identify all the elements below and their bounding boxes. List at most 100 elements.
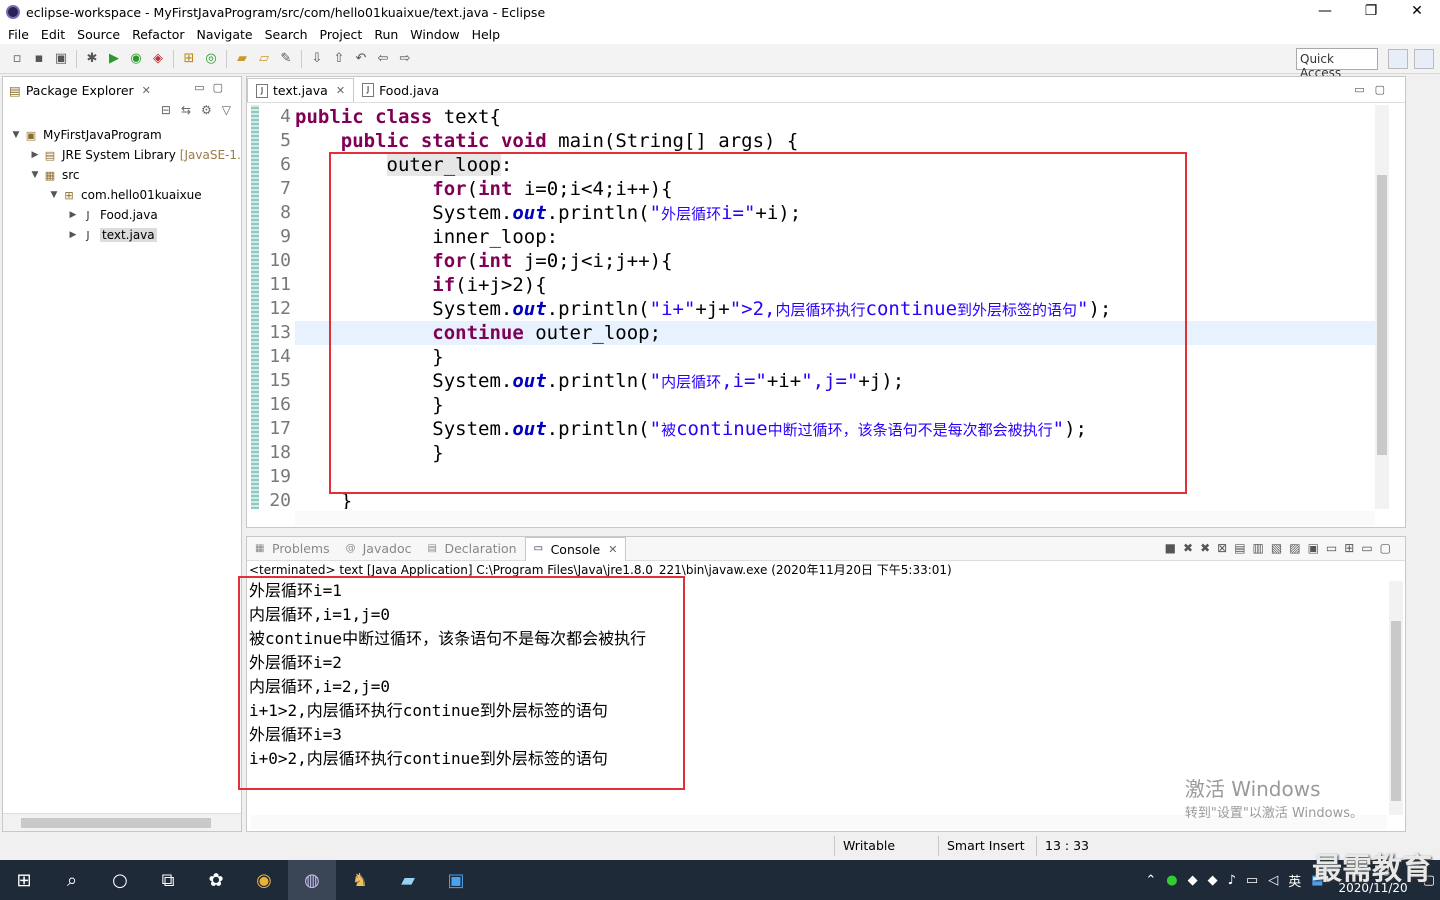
minimize-view-icon[interactable]: ▭ (194, 81, 212, 94)
search-icon[interactable]: ✎ (277, 50, 295, 68)
tree-item[interactable]: ▶ ▤ JRE System Library [JavaSE-1. (3, 145, 241, 165)
word-wrap-icon[interactable]: ▤ (1234, 541, 1245, 555)
start-icon[interactable]: ⊞ (0, 860, 48, 900)
collapse-all-icon[interactable]: ⊟ (161, 103, 171, 125)
menu-run[interactable]: Run (368, 27, 404, 42)
close-button[interactable]: ✕ (1394, 0, 1440, 24)
remove-all-icon[interactable]: ✖ (1200, 541, 1210, 555)
tree-item[interactable]: ▼ ⊞ com.hello01kuaixue (3, 185, 241, 205)
tab-food-java[interactable]: J Food.java (354, 78, 447, 102)
menu-file[interactable]: File (2, 27, 35, 42)
code-editor[interactable]: 4 5 6 7 8 9 10 11 12 13 14 15 16 17 18 19 20 public clas… (247, 105, 1377, 509)
maximize-view-icon[interactable]: ▢ (1375, 83, 1395, 96)
remove-launch-icon[interactable]: ✖ (1183, 541, 1193, 555)
editor-horizontal-scrollbar[interactable] (295, 511, 1375, 525)
run-icon[interactable]: ▶ (105, 50, 123, 68)
tab-problems[interactable]: ▦ Problems (247, 537, 338, 561)
external-tools-icon[interactable]: ◈ (149, 50, 167, 68)
tree-item[interactable]: ▼ ▣ MyFirstJavaProgram (3, 125, 241, 145)
tree-item[interactable]: ▶ J Food.java (3, 205, 241, 225)
tree-item[interactable]: ▼ ▦ src (3, 165, 241, 185)
minimize-view-icon[interactable]: ▭ (1361, 541, 1372, 555)
open-perspective-icon[interactable] (1388, 49, 1408, 69)
link-with-editor-icon[interactable]: ⇆ (181, 103, 191, 125)
source-code[interactable]: public class text{ public static void ma… (295, 105, 1375, 509)
debug-icon[interactable]: ✱ (83, 50, 101, 68)
open-task-icon[interactable]: ▱ (255, 50, 273, 68)
app-figure-icon[interactable]: ♞ (336, 860, 384, 900)
menu-window[interactable]: Window (404, 27, 465, 42)
editor-vertical-scrollbar[interactable] (1375, 105, 1389, 509)
new-class-icon[interactable]: ◎ (202, 50, 220, 68)
chevron-right-icon[interactable]: ▶ (66, 230, 80, 240)
back-icon[interactable]: ⇦ (374, 50, 392, 68)
tab-declaration[interactable]: ▤ Declaration (419, 537, 524, 561)
wechat-icon[interactable]: ● (1166, 873, 1177, 888)
coverage-icon[interactable]: ◉ (127, 50, 145, 68)
chevron-down-icon[interactable]: ▼ (28, 170, 42, 180)
console-output[interactable]: 外层循环i=1 内层循环,i=1,j=0 被continue中断过循环，该条语句不是… (247, 579, 1405, 771)
open-type-icon[interactable]: ▰ (233, 50, 251, 68)
qq-icon[interactable]: ◆ (1188, 873, 1198, 888)
notepad-icon[interactable]: ▰ (384, 860, 432, 900)
volume-icon[interactable]: ◁ (1268, 873, 1278, 888)
view-menu-icon[interactable]: ▽ (222, 103, 231, 125)
save-all-icon[interactable]: ▣ (52, 50, 70, 68)
chevron-down-icon[interactable]: ▼ (47, 190, 61, 200)
chevron-right-icon[interactable]: ▶ (28, 150, 42, 160)
close-icon[interactable]: ✕ (336, 84, 345, 97)
menu-search[interactable]: Search (259, 27, 314, 42)
notification-bell-icon[interactable]: ♪ (1228, 873, 1236, 888)
cortana-icon[interactable]: ○ (96, 860, 144, 900)
chrome-icon[interactable]: ◉ (240, 860, 288, 900)
forward-icon[interactable]: ⇨ (396, 50, 414, 68)
word-icon[interactable]: ▣ (432, 860, 480, 900)
search-icon[interactable]: ⌕ (48, 860, 96, 900)
maximize-button[interactable]: ❐ (1348, 0, 1394, 24)
tab-console[interactable]: ▭ Console ✕ (524, 536, 627, 561)
horizontal-scrollbar[interactable] (3, 813, 241, 831)
menu-source[interactable]: Source (71, 27, 126, 42)
new-icon[interactable]: ▫ (8, 50, 26, 68)
network-icon[interactable]: ▭ (1246, 873, 1258, 888)
display-console-icon[interactable]: ▭ (1326, 541, 1337, 555)
last-edit-icon[interactable]: ↶ (352, 50, 370, 68)
java-perspective-icon[interactable] (1414, 49, 1434, 69)
scroll-thumb[interactable] (21, 818, 211, 828)
previous-annotation-icon[interactable]: ⇧ (330, 50, 348, 68)
scroll-thumb[interactable] (1391, 621, 1401, 801)
menu-refactor[interactable]: Refactor (126, 27, 190, 42)
close-icon[interactable]: ✕ (142, 84, 151, 97)
quick-access-field[interactable]: Quick Access (1296, 48, 1378, 80)
show-on-output-icon[interactable]: ▧ (1271, 541, 1282, 555)
chevron-right-icon[interactable]: ▶ (66, 210, 80, 220)
tab-javadoc[interactable]: @ Javadoc (338, 537, 420, 561)
filters-icon[interactable]: ⚙ (201, 103, 212, 125)
menu-project[interactable]: Project (314, 27, 369, 42)
task-view-icon[interactable]: ⧉ (144, 860, 192, 900)
terminate-icon[interactable]: ■ (1165, 541, 1176, 555)
menu-edit[interactable]: Edit (35, 27, 71, 42)
open-console-icon[interactable]: ▣ (1308, 541, 1319, 555)
new-console-icon[interactable]: ⊞ (1344, 541, 1354, 555)
minimize-button[interactable]: — (1302, 0, 1348, 24)
eclipse-taskbar-icon[interactable]: ◍ (288, 860, 336, 900)
pin-console-icon[interactable]: ▥ (1253, 541, 1264, 555)
tree-item[interactable]: ▶ Jtext.java (3, 225, 241, 245)
tab-text-java[interactable]: J text.java ✕ (247, 78, 355, 102)
console-vertical-scrollbar[interactable] (1389, 581, 1403, 815)
next-annotation-icon[interactable]: ⇩ (308, 50, 326, 68)
app-pinwheel-icon[interactable]: ✿ (192, 860, 240, 900)
minimize-view-icon[interactable]: ▭ (1354, 83, 1374, 96)
qq-icon[interactable]: ◆ (1208, 873, 1218, 888)
maximize-view-icon[interactable]: ▢ (1380, 541, 1391, 555)
close-icon[interactable]: ✕ (608, 543, 617, 556)
ime-indicator[interactable]: 英 (1288, 871, 1301, 890)
show-on-error-icon[interactable]: ▨ (1289, 541, 1300, 555)
show-hidden-icons-icon[interactable]: ⌃ (1145, 873, 1156, 888)
scroll-lock-icon[interactable]: ⊠ (1217, 541, 1227, 555)
maximize-view-icon[interactable]: ▢ (213, 81, 231, 94)
scroll-thumb[interactable] (1377, 175, 1387, 455)
new-java-package-icon[interactable]: ⊞ (180, 50, 198, 68)
menu-navigate[interactable]: Navigate (191, 27, 259, 42)
